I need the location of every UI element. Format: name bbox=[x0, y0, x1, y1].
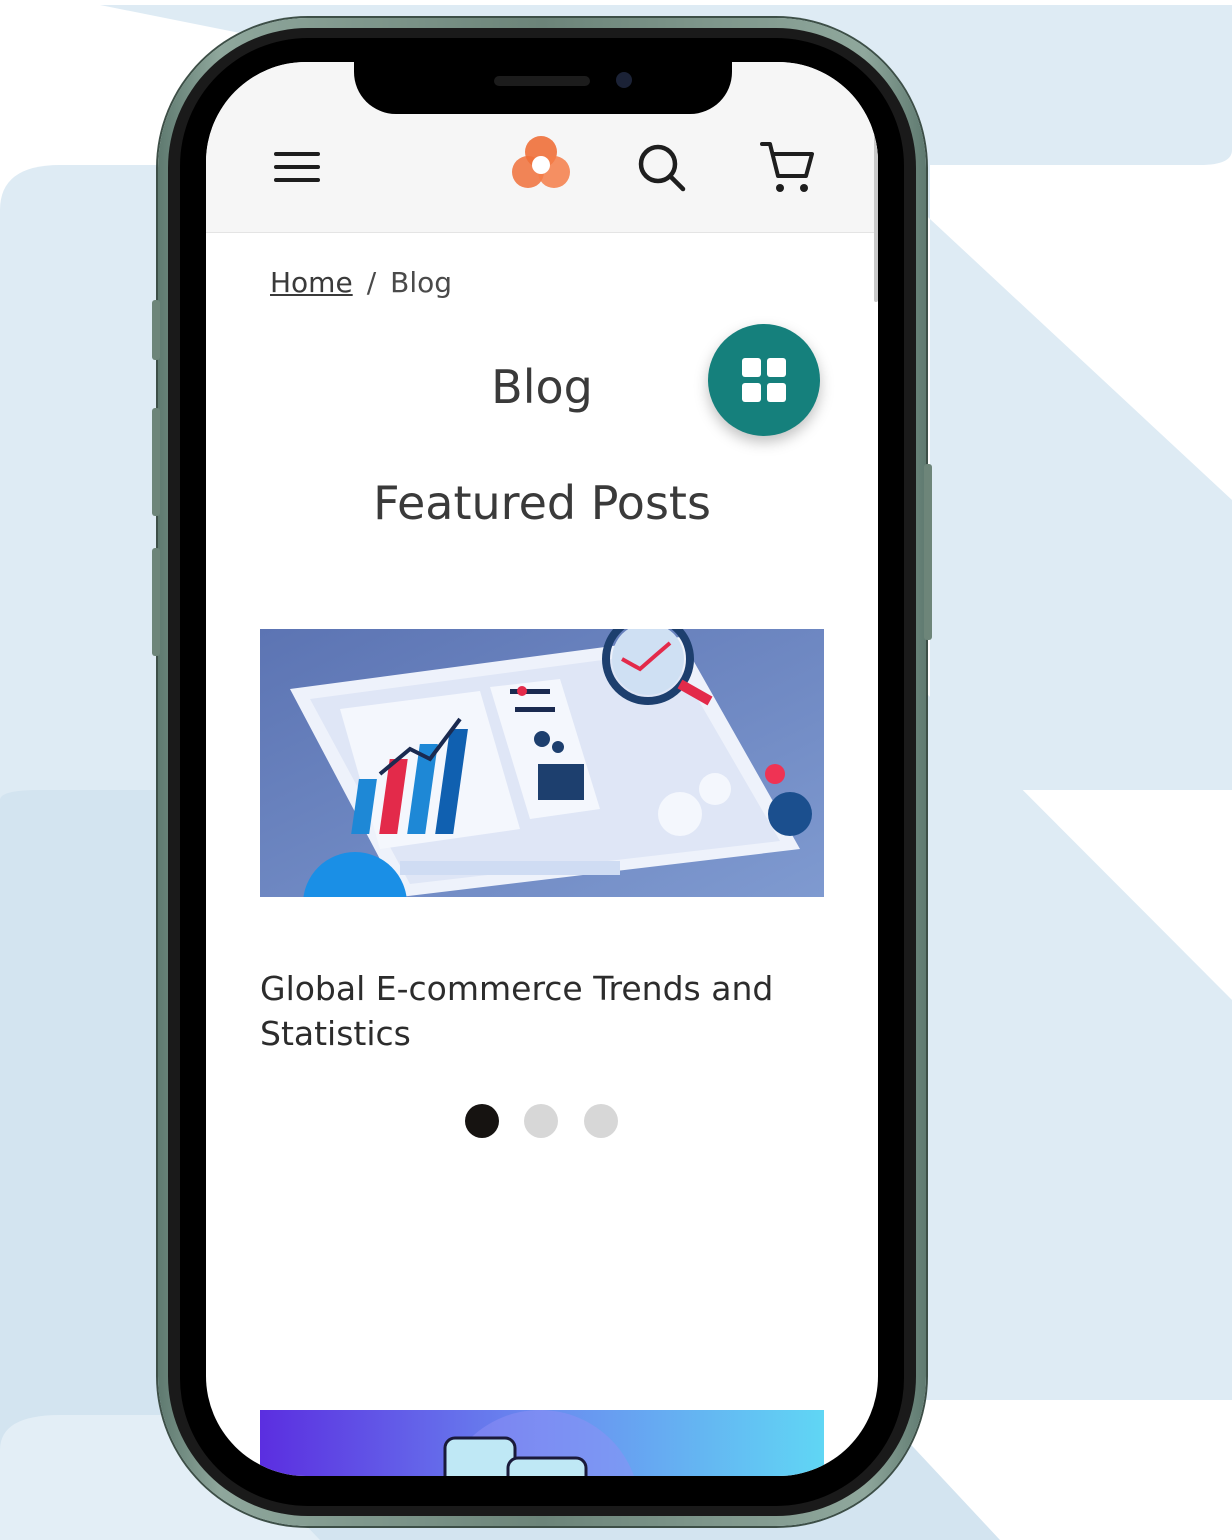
analytics-dashboard-illustration bbox=[260, 629, 824, 897]
breadcrumb-separator: / bbox=[366, 266, 377, 299]
carousel-dot-1[interactable] bbox=[465, 1104, 499, 1138]
volume-down-button bbox=[152, 548, 160, 656]
breadcrumb: Home / Blog bbox=[270, 266, 452, 299]
post-thumbnail-2[interactable] bbox=[260, 1410, 824, 1476]
breadcrumb-current: Blog bbox=[390, 266, 453, 299]
earpiece-speaker bbox=[494, 76, 590, 86]
cart-icon[interactable] bbox=[758, 138, 818, 198]
notch bbox=[354, 62, 732, 114]
grid-view-button[interactable] bbox=[708, 324, 820, 436]
volume-up-button bbox=[152, 408, 160, 516]
hamburger-menu-icon[interactable] bbox=[272, 148, 324, 188]
post-thumbnail[interactable] bbox=[260, 629, 824, 897]
post-title[interactable]: Global E-commerce Trends and Statistics bbox=[260, 966, 800, 1056]
phone-screen: Home / Blog Blog Featured Posts Global E… bbox=[206, 62, 878, 1476]
front-camera bbox=[616, 72, 632, 88]
carousel-dot-2[interactable] bbox=[524, 1104, 558, 1138]
featured-posts-heading: Featured Posts bbox=[373, 476, 711, 530]
carousel-dot-3[interactable] bbox=[584, 1104, 618, 1138]
smartphones-illustration bbox=[260, 1410, 824, 1476]
brand-logo-icon[interactable] bbox=[510, 134, 572, 196]
breadcrumb-home-link[interactable]: Home bbox=[270, 266, 353, 299]
mute-switch bbox=[152, 300, 160, 360]
search-icon[interactable] bbox=[636, 142, 688, 194]
grid-view-icon bbox=[742, 358, 786, 402]
scrollbar[interactable] bbox=[874, 132, 878, 302]
power-button bbox=[924, 464, 932, 640]
